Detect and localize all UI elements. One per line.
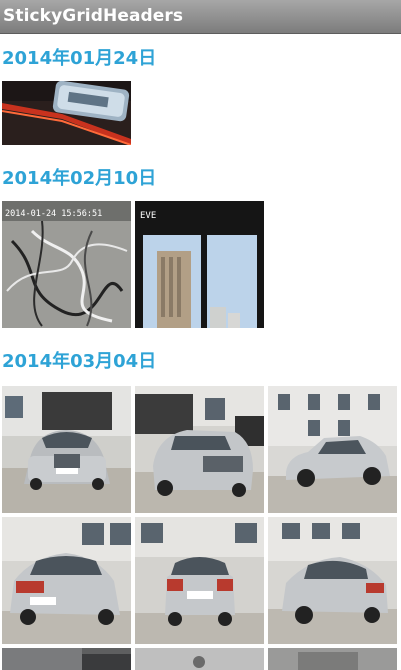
car-rear-side-photo: [268, 517, 397, 644]
grid-photo[interactable]: [135, 386, 264, 513]
grid-photo[interactable]: [135, 648, 264, 670]
app-title: StickyGridHeaders: [3, 6, 184, 26]
cables-photo: 2014-01-24 15:56:51: [2, 201, 131, 328]
grid-photo[interactable]: [2, 386, 131, 513]
window-view-photo: EVE: [135, 201, 264, 328]
car-rear-angle-photo: [2, 517, 131, 644]
section-header-1: 2014年01月24日: [2, 48, 157, 69]
section-header-2: 2014年02月10日: [2, 168, 157, 189]
grid-photo[interactable]: [2, 648, 131, 670]
grid-photo[interactable]: 2014-01-24 15:56:51: [2, 201, 131, 328]
grid-photo[interactable]: [268, 386, 397, 513]
car-front-photo: [2, 386, 131, 513]
car-rear-photo: [135, 517, 264, 644]
cam-timestamp: 2014-01-24 15:56:51: [5, 209, 102, 219]
car-dashboard-photo: [135, 648, 264, 670]
grid-photo[interactable]: [2, 517, 131, 644]
grid-photo[interactable]: [268, 648, 397, 670]
grid-photo[interactable]: [2, 81, 131, 145]
car-side-photo: [268, 386, 397, 513]
car-threshold-photo: [2, 81, 131, 145]
car-seat-photo: [268, 648, 397, 670]
cam-label: EVE: [140, 211, 156, 221]
grid-photo[interactable]: [135, 517, 264, 644]
car-front-angle-photo: [135, 386, 264, 513]
car-interior-photo: [2, 648, 131, 670]
grid-photo[interactable]: EVE: [135, 201, 264, 328]
section-header-3: 2014年03月04日: [2, 351, 157, 372]
action-bar: StickyGridHeaders: [0, 0, 401, 34]
grid-photo[interactable]: [268, 517, 397, 644]
